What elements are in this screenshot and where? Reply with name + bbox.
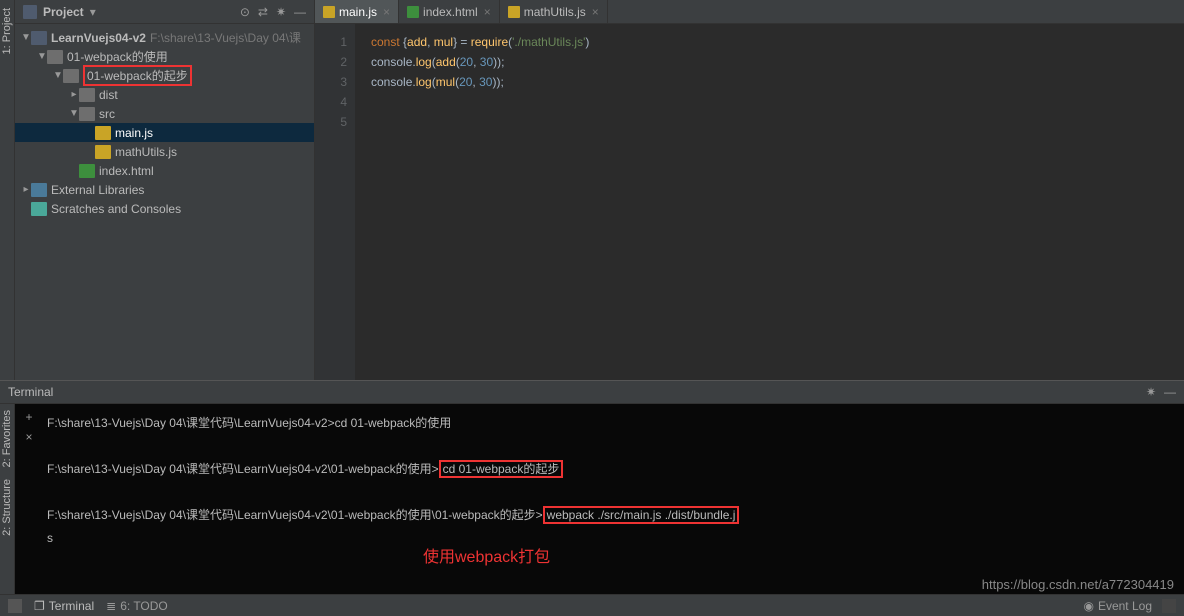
project-panel: Project ▾ ⊙ ⇄ ✷ — ▼ LearnVuejs04-v2 F:\s… — [15, 0, 315, 380]
close-terminal-icon[interactable]: × — [25, 430, 32, 444]
external-libraries[interactable]: ▸ External Libraries — [15, 180, 314, 199]
tree-label: 01-webpack的起步 — [83, 65, 192, 86]
tab-label: mathUtils.js — [524, 5, 586, 19]
tree-label: mathUtils.js — [115, 145, 177, 159]
gear-icon[interactable]: ✷ — [276, 5, 286, 19]
js-icon — [95, 126, 111, 140]
tree-label: dist — [99, 88, 118, 102]
terminal-line: F:\share\13-Vuejs\Day 04\课堂代码\LearnVuejs… — [47, 458, 1184, 481]
close-tab-icon[interactable]: × — [484, 5, 491, 19]
chevron-down-icon: ▼ — [53, 70, 63, 81]
lock-icon — [1162, 599, 1176, 613]
editor-area: main.js × index.html × mathUtils.js × 12345 c… — [315, 0, 1184, 380]
todo-icon: ≣ — [106, 599, 116, 613]
tree-label: index.html — [99, 164, 154, 178]
bottom-bar: ❐ Terminal ≣ 6: TODO ◉ Event Log — [0, 594, 1184, 616]
dropdown-icon[interactable]: ▾ — [90, 5, 96, 19]
tree-label: 01-webpack的使用 — [67, 48, 168, 65]
terminal-panel: Terminal ✷ — 2: Favorites 2: Structure +… — [0, 380, 1184, 594]
js-file-icon — [323, 6, 335, 18]
tree-item[interactable]: ▼ 01-webpack的使用 — [15, 47, 314, 66]
editor-tab[interactable]: main.js × — [315, 0, 399, 23]
terminal-header: Terminal ✷ — — [0, 381, 1184, 404]
tree-label: LearnVuejs04-v2 — [51, 31, 146, 45]
code-line: console.log(add(20, 30)); — [371, 52, 1184, 72]
tree-path: F:\share\13-Vuejs\Day 04\课 — [150, 29, 301, 46]
folder-icon — [63, 69, 79, 83]
tree-root[interactable]: ▼ LearnVuejs04-v2 F:\share\13-Vuejs\Day … — [15, 28, 314, 47]
folder-icon — [79, 107, 95, 121]
close-tab-icon[interactable]: × — [383, 5, 390, 19]
html-icon — [79, 164, 95, 178]
scratches-icon — [31, 202, 47, 216]
tree-label: src — [99, 107, 115, 121]
terminal-icon: ❐ — [34, 599, 45, 613]
hide-icon[interactable]: — — [294, 5, 306, 19]
project-folder-icon — [31, 31, 47, 45]
tree-item[interactable]: ▼ src — [15, 104, 314, 123]
tree-item[interactable]: main.js — [15, 123, 314, 142]
chevron-right-icon: ▸ — [21, 184, 31, 195]
tree-item[interactable]: ▼ 01-webpack的起步 — [15, 66, 314, 85]
js-file-icon — [508, 6, 520, 18]
project-icon — [23, 5, 37, 19]
html-file-icon — [407, 6, 419, 18]
tree-label: Scratches and Consoles — [51, 202, 181, 216]
tab-label: main.js — [339, 5, 377, 19]
gear-icon[interactable]: ✷ — [1146, 385, 1156, 399]
scratches-consoles[interactable]: Scratches and Consoles — [15, 199, 314, 218]
code-line: const {add, mul} = require('./mathUtils.… — [371, 32, 1184, 52]
tab-label: index.html — [423, 5, 478, 19]
project-panel-header: Project ▾ ⊙ ⇄ ✷ — — [15, 0, 314, 24]
add-terminal-icon[interactable]: + — [25, 410, 32, 424]
code-line: console.log(mul(20, 30)); — [371, 72, 1184, 92]
tool-window-icon[interactable] — [8, 599, 22, 613]
js-icon — [95, 145, 111, 159]
close-tab-icon[interactable]: × — [592, 5, 599, 19]
panel-title: Project — [43, 5, 84, 19]
watermark: https://blog.csdn.net/a772304419 — [982, 577, 1174, 592]
terminal-line: F:\share\13-Vuejs\Day 04\课堂代码\LearnVuejs… — [47, 504, 1184, 527]
chevron-right-icon: ▸ — [69, 89, 79, 100]
tree-item[interactable]: mathUtils.js — [15, 142, 314, 161]
structure-tool-tab[interactable]: 2: Structure — [0, 473, 14, 542]
tree-item[interactable]: ▸ dist — [15, 85, 314, 104]
terminal-title: Terminal — [8, 385, 53, 399]
collapse-icon[interactable]: ⇄ — [258, 5, 268, 19]
project-tree[interactable]: ▼ LearnVuejs04-v2 F:\share\13-Vuejs\Day … — [15, 24, 314, 380]
todo-tab[interactable]: ≣ 6: TODO — [106, 599, 168, 613]
line-gutter: 12345 — [315, 24, 355, 380]
annotation-text: 使用webpack打包 — [423, 546, 550, 569]
terminal-toolbar: + × — [15, 404, 43, 594]
tree-item[interactable]: index.html — [15, 161, 314, 180]
terminal-line: F:\share\13-Vuejs\Day 04\课堂代码\LearnVuejs… — [47, 412, 1184, 435]
library-icon — [31, 183, 47, 197]
tree-label: External Libraries — [51, 183, 144, 197]
code-editor[interactable]: 12345 const {add, mul} = require('./math… — [315, 24, 1184, 380]
locate-icon[interactable]: ⊙ — [240, 5, 250, 19]
chevron-down-icon: ▼ — [69, 108, 79, 119]
terminal-line — [47, 481, 1184, 504]
code-content[interactable]: const {add, mul} = require('./mathUtils.… — [355, 24, 1184, 380]
folder-icon — [79, 88, 95, 102]
terminal-tab[interactable]: ❐ Terminal — [34, 599, 94, 613]
editor-tabs: main.js × index.html × mathUtils.js × — [315, 0, 1184, 24]
terminal-line: s — [47, 527, 1184, 550]
editor-tab[interactable]: mathUtils.js × — [500, 0, 608, 23]
terminal-line — [47, 435, 1184, 458]
event-log-icon: ◉ — [1083, 599, 1093, 613]
event-log-tab[interactable]: ◉ Event Log — [1083, 599, 1152, 613]
project-tool-tab[interactable]: 1: Project — [0, 0, 14, 62]
chevron-down-icon: ▼ — [21, 32, 31, 43]
favorites-tool-tab[interactable]: 2: Favorites — [0, 404, 14, 473]
left-tool-window-bar: 1: Project — [0, 0, 15, 380]
terminal-content[interactable]: F:\share\13-Vuejs\Day 04\课堂代码\LearnVuejs… — [43, 404, 1184, 594]
hide-icon[interactable]: — — [1164, 385, 1176, 399]
tree-label: main.js — [115, 126, 153, 140]
folder-icon — [47, 50, 63, 64]
chevron-down-icon: ▼ — [37, 51, 47, 62]
editor-tab[interactable]: index.html × — [399, 0, 500, 23]
